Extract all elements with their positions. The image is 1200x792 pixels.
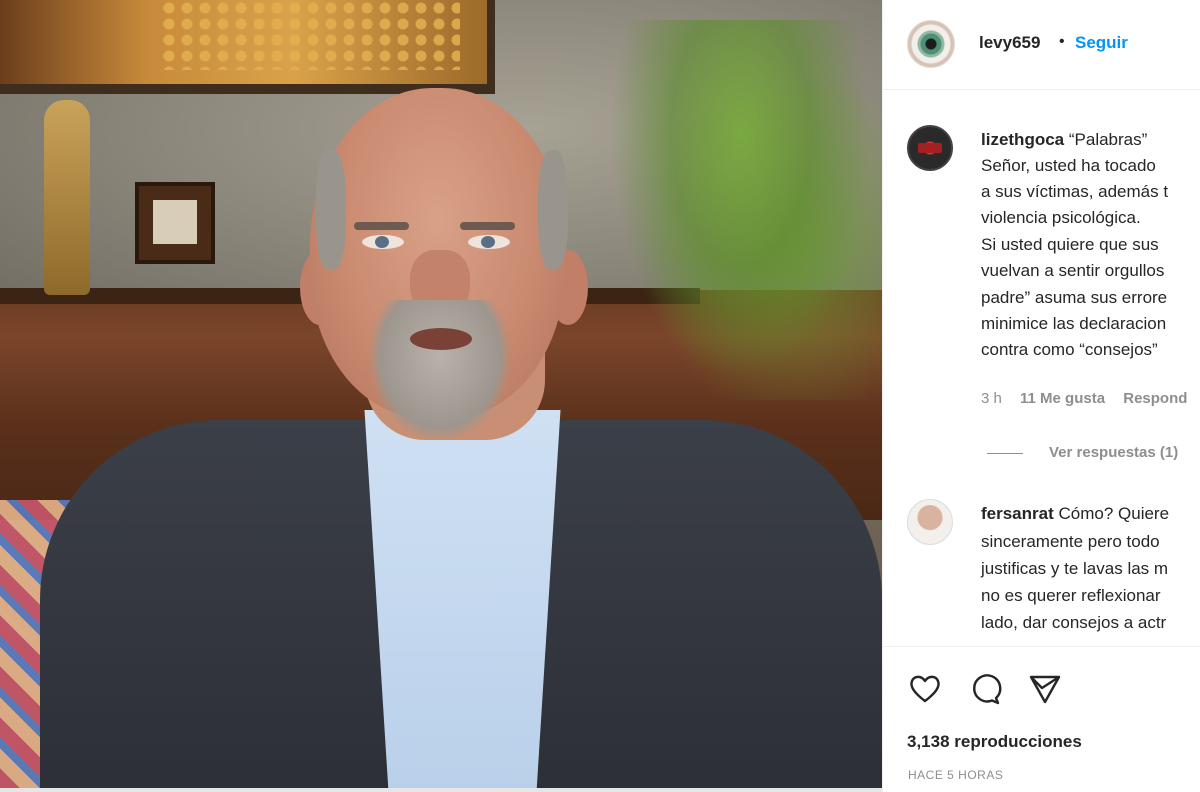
comment-text: no es querer reflexionar: [981, 586, 1161, 605]
video-photo-frame: [135, 182, 215, 264]
comment-text: lado, dar consejos a actr: [981, 613, 1167, 632]
video-painting: [0, 0, 495, 94]
comment-text: sinceramente pero todo: [981, 532, 1160, 551]
video-player[interactable]: [0, 0, 882, 788]
comment-text: violencia psicológica.: [981, 208, 1141, 227]
reply-button[interactable]: Respond: [1123, 390, 1187, 407]
video-statue: [44, 100, 90, 295]
comment-text: “Palabras”: [1068, 130, 1148, 149]
comment-text: padre” asuma sus errore: [981, 288, 1168, 307]
comment-meta: 3 h 11 Me gusta Respond: [981, 390, 1200, 407]
post-time: HACE 5 HORAS: [908, 768, 1004, 782]
share-icon[interactable]: [1025, 669, 1065, 709]
comment-first-line: fersanrat Cómo? Quiere: [981, 503, 1169, 524]
view-replies-line: [987, 452, 1023, 454]
comment-text: vuelvan a sentir orgullos: [981, 261, 1165, 280]
comment-text: Señor, usted ha tocado: [981, 156, 1156, 175]
post-header: levy659 • Seguir: [883, 0, 1200, 90]
comment-first-line: lizethgoca “Palabras”: [981, 129, 1147, 150]
comments-list[interactable]: lizethgoca “Palabras” Señor, usted ha to…: [883, 91, 1200, 646]
header-separator: •: [1059, 33, 1065, 50]
view-replies-button[interactable]: Ver respuestas (1): [987, 444, 1178, 461]
comment-icon[interactable]: [965, 669, 1005, 709]
comment-text: justificas y te lavas las m: [981, 559, 1169, 578]
commenter-avatar[interactable]: [907, 125, 953, 171]
post-actions: 3,138 reproducciones HACE 5 HORAS: [883, 646, 1200, 792]
video-plant: [600, 20, 882, 400]
comment-time: 3 h: [981, 390, 1002, 407]
comment-text: contra como “consejos”: [981, 340, 1158, 359]
comment-text: a sus víctimas, además t: [981, 182, 1169, 201]
commenter-username[interactable]: lizethgoca: [981, 130, 1064, 149]
commenter-username[interactable]: fersanrat: [981, 504, 1054, 523]
view-count: 3,138 reproducciones: [907, 732, 1082, 751]
author-username[interactable]: levy659: [979, 33, 1040, 53]
comment-text: Cómo? Quiere: [1058, 504, 1170, 523]
author-avatar[interactable]: [907, 20, 955, 68]
post-side-panel: levy659 • Seguir lizethgoca “Palabras” S…: [882, 0, 1200, 792]
view-replies-label: Ver respuestas (1): [1049, 444, 1179, 461]
heart-icon[interactable]: [905, 669, 945, 709]
comment-text: Si usted quiere que sus: [981, 235, 1159, 254]
commenter-avatar[interactable]: [907, 499, 953, 545]
follow-button[interactable]: Seguir: [1075, 33, 1128, 53]
comment-likes[interactable]: 11 Me gusta: [1020, 390, 1105, 407]
comment-text: minimice las declaracion: [981, 314, 1167, 333]
